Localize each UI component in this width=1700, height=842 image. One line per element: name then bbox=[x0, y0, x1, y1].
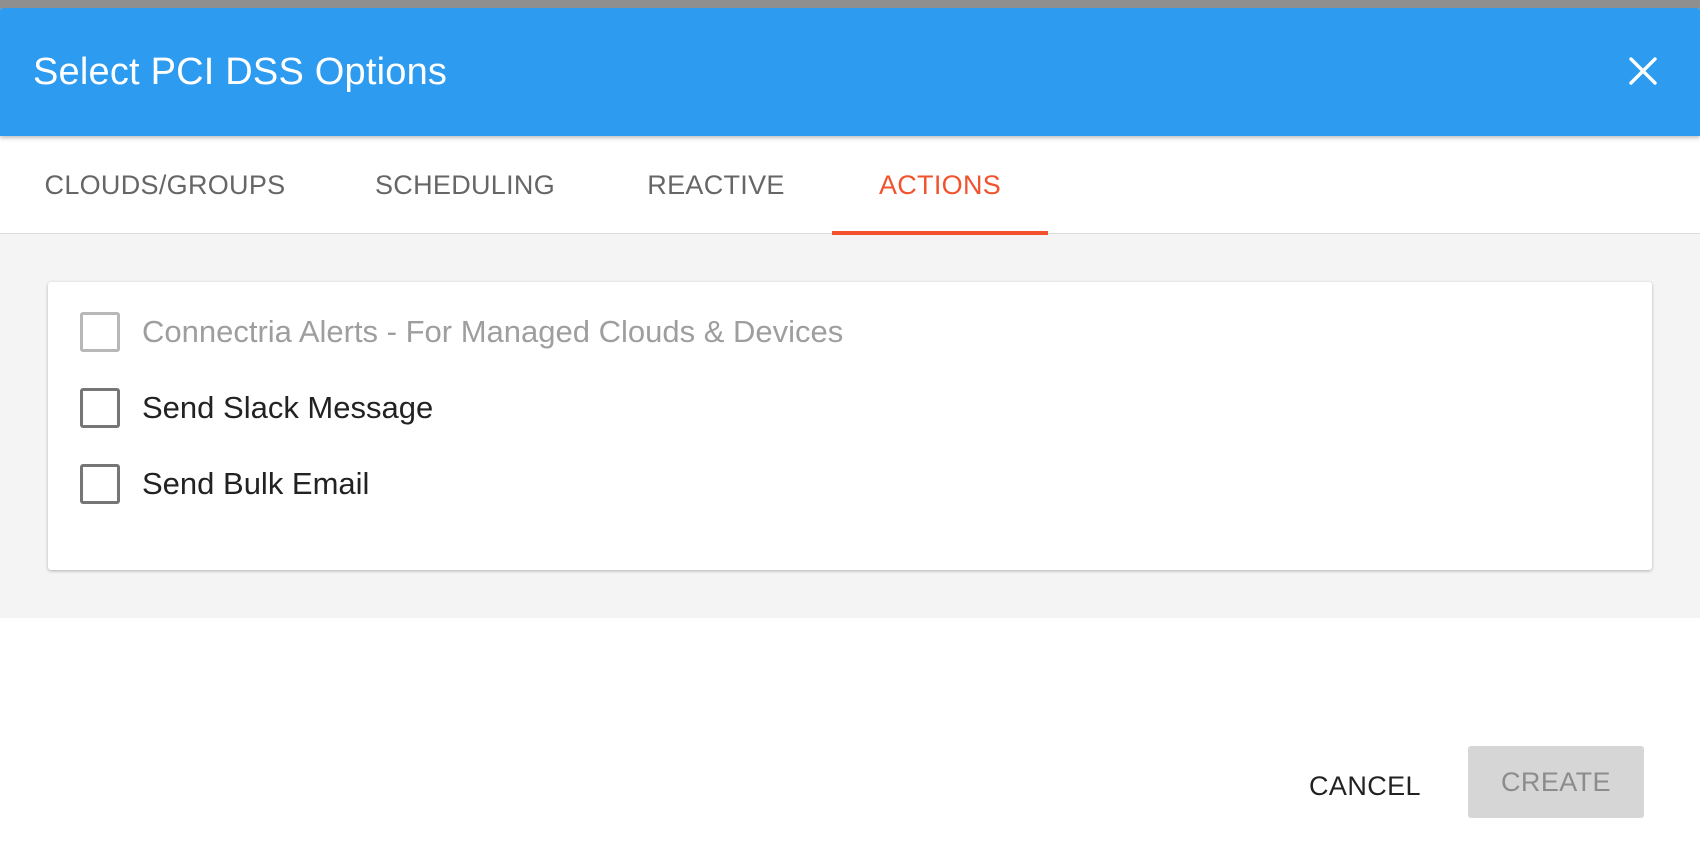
tab-clouds-groups[interactable]: CLOUDS/GROUPS bbox=[0, 136, 330, 234]
dialog-title: Select PCI DSS Options bbox=[33, 50, 448, 93]
close-icon bbox=[1629, 57, 1657, 85]
actions-card: Connectria Alerts - For Managed Clouds &… bbox=[48, 282, 1652, 570]
connectria-alerts-checkbox bbox=[80, 312, 120, 352]
option-connectria-alerts: Connectria Alerts - For Managed Clouds &… bbox=[80, 312, 1652, 352]
tab-actions[interactable]: ACTIONS bbox=[832, 136, 1048, 235]
send-bulk-email-checkbox[interactable] bbox=[80, 464, 120, 504]
tab-reactive[interactable]: REACTIVE bbox=[600, 136, 832, 234]
create-button: CREATE bbox=[1468, 746, 1644, 818]
dialog-footer: CANCEL CREATE bbox=[0, 618, 1700, 842]
tab-content: Connectria Alerts - For Managed Clouds &… bbox=[0, 234, 1700, 618]
tab-scheduling[interactable]: SCHEDULING bbox=[330, 136, 600, 234]
pci-dss-options-dialog: Select PCI DSS Options CLOUDS/GROUPS SCH… bbox=[0, 8, 1700, 842]
send-slack-message-label[interactable]: Send Slack Message bbox=[142, 390, 433, 426]
dialog-header: Select PCI DSS Options bbox=[0, 8, 1700, 136]
send-slack-message-checkbox[interactable] bbox=[80, 388, 120, 428]
option-send-slack-message[interactable]: Send Slack Message bbox=[80, 388, 1652, 428]
option-send-bulk-email[interactable]: Send Bulk Email bbox=[80, 464, 1652, 504]
cancel-button[interactable]: CANCEL bbox=[1290, 750, 1440, 822]
connectria-alerts-label: Connectria Alerts - For Managed Clouds &… bbox=[142, 314, 844, 349]
close-button[interactable] bbox=[1616, 44, 1670, 98]
send-bulk-email-label[interactable]: Send Bulk Email bbox=[142, 466, 369, 502]
tab-bar: CLOUDS/GROUPS SCHEDULING REACTIVE ACTION… bbox=[0, 136, 1700, 235]
